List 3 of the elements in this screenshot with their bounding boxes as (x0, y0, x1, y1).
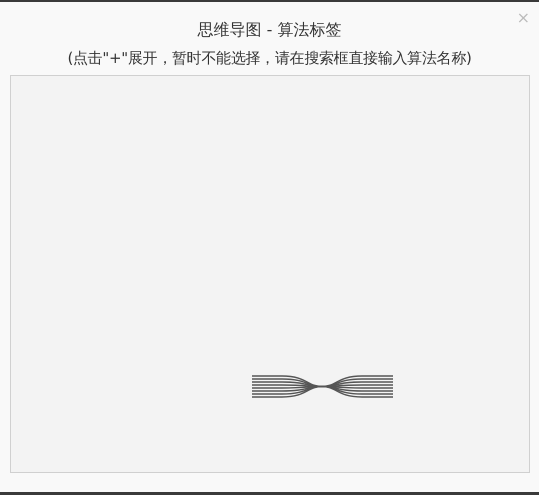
close-button[interactable]: × (516, 10, 530, 26)
dialog-subtitle: (点击"+"展开，暂时不能选择，请在搜索框直接输入算法名称) (67, 48, 472, 69)
dialog-title: 思维导图 - 算法标签 (198, 19, 342, 41)
